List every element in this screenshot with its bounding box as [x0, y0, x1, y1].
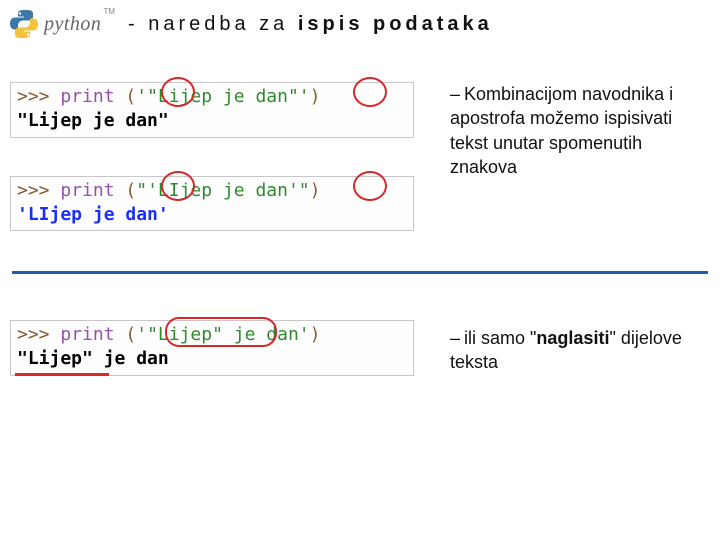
logo-text: python [44, 13, 101, 35]
title-prefix: - naredba za [128, 13, 298, 35]
python-logo: pythonTM [8, 6, 118, 42]
output-line-2: 'LIjep je dan' [17, 203, 407, 227]
code-line-3: >>> print ('"Lijep" je dan') [17, 323, 407, 347]
prompt: >>> [17, 86, 60, 107]
section-1: >>> print ('"Lijep je dan"') "Lijep je d… [0, 82, 720, 231]
note-bold: naglasiti [536, 328, 609, 348]
string-arg: "'LIjep je dan'" [136, 180, 309, 201]
code-line-1: >>> print ('"Lijep je dan"') [17, 85, 407, 109]
code-box-2: >>> print ("'LIjep je dan'") 'LIjep je d… [10, 176, 414, 232]
note-before: ili samo [464, 328, 530, 348]
section-2: >>> print ('"Lijep" je dan') "Lijep" je … [0, 320, 720, 376]
paren-close: ) [310, 324, 321, 345]
explanation-text: –ili samo "naglasiti" dijelove teksta [450, 326, 708, 375]
explanation-2: –ili samo "naglasiti" dijelove teksta [420, 320, 708, 375]
explanation-text: –Kombinacijom navodnika i apostrofa može… [450, 82, 708, 179]
paren: ( [115, 180, 137, 201]
paren-close: ) [310, 180, 321, 201]
dash: – [450, 84, 460, 104]
red-underline [15, 373, 109, 376]
code-column-1: >>> print ('"Lijep je dan"') "Lijep je d… [10, 82, 420, 231]
slide-title: - naredba za ispis podataka [128, 13, 493, 36]
prompt: >>> [17, 324, 60, 345]
paren-close: ) [310, 86, 321, 107]
code-column-2: >>> print ('"Lijep" je dan') "Lijep" je … [10, 320, 420, 376]
paren: ( [115, 86, 137, 107]
logo-tm: TM [103, 7, 115, 16]
prompt: >>> [17, 180, 60, 201]
kw-print: print [60, 86, 114, 107]
string-arg: '"Lijep je dan"' [136, 86, 309, 107]
output-line-3: "Lijep" je dan [17, 347, 407, 371]
output-line-1: "Lijep je dan" [17, 109, 407, 133]
string-arg: '"Lijep" je dan' [136, 324, 309, 345]
code-line-2: >>> print ("'LIjep je dan'") [17, 179, 407, 203]
section-divider [12, 271, 708, 274]
kw-print: print [60, 180, 114, 201]
paren: ( [115, 324, 137, 345]
python-logo-icon [8, 8, 40, 40]
note-body: Kombinacijom navodnika i apostrofa možem… [450, 84, 673, 177]
title-bold: ispis podataka [298, 13, 493, 35]
code-box-1: >>> print ('"Lijep je dan"') "Lijep je d… [10, 82, 414, 138]
python-logo-word: pythonTM [44, 13, 113, 36]
dash: – [450, 328, 460, 348]
code-box-3: >>> print ('"Lijep" je dan') "Lijep" je … [10, 320, 414, 376]
explanation-1: –Kombinacijom navodnika i apostrofa može… [420, 82, 708, 179]
slide-header: pythonTM - naredba za ispis podataka [0, 0, 720, 54]
kw-print: print [60, 324, 114, 345]
